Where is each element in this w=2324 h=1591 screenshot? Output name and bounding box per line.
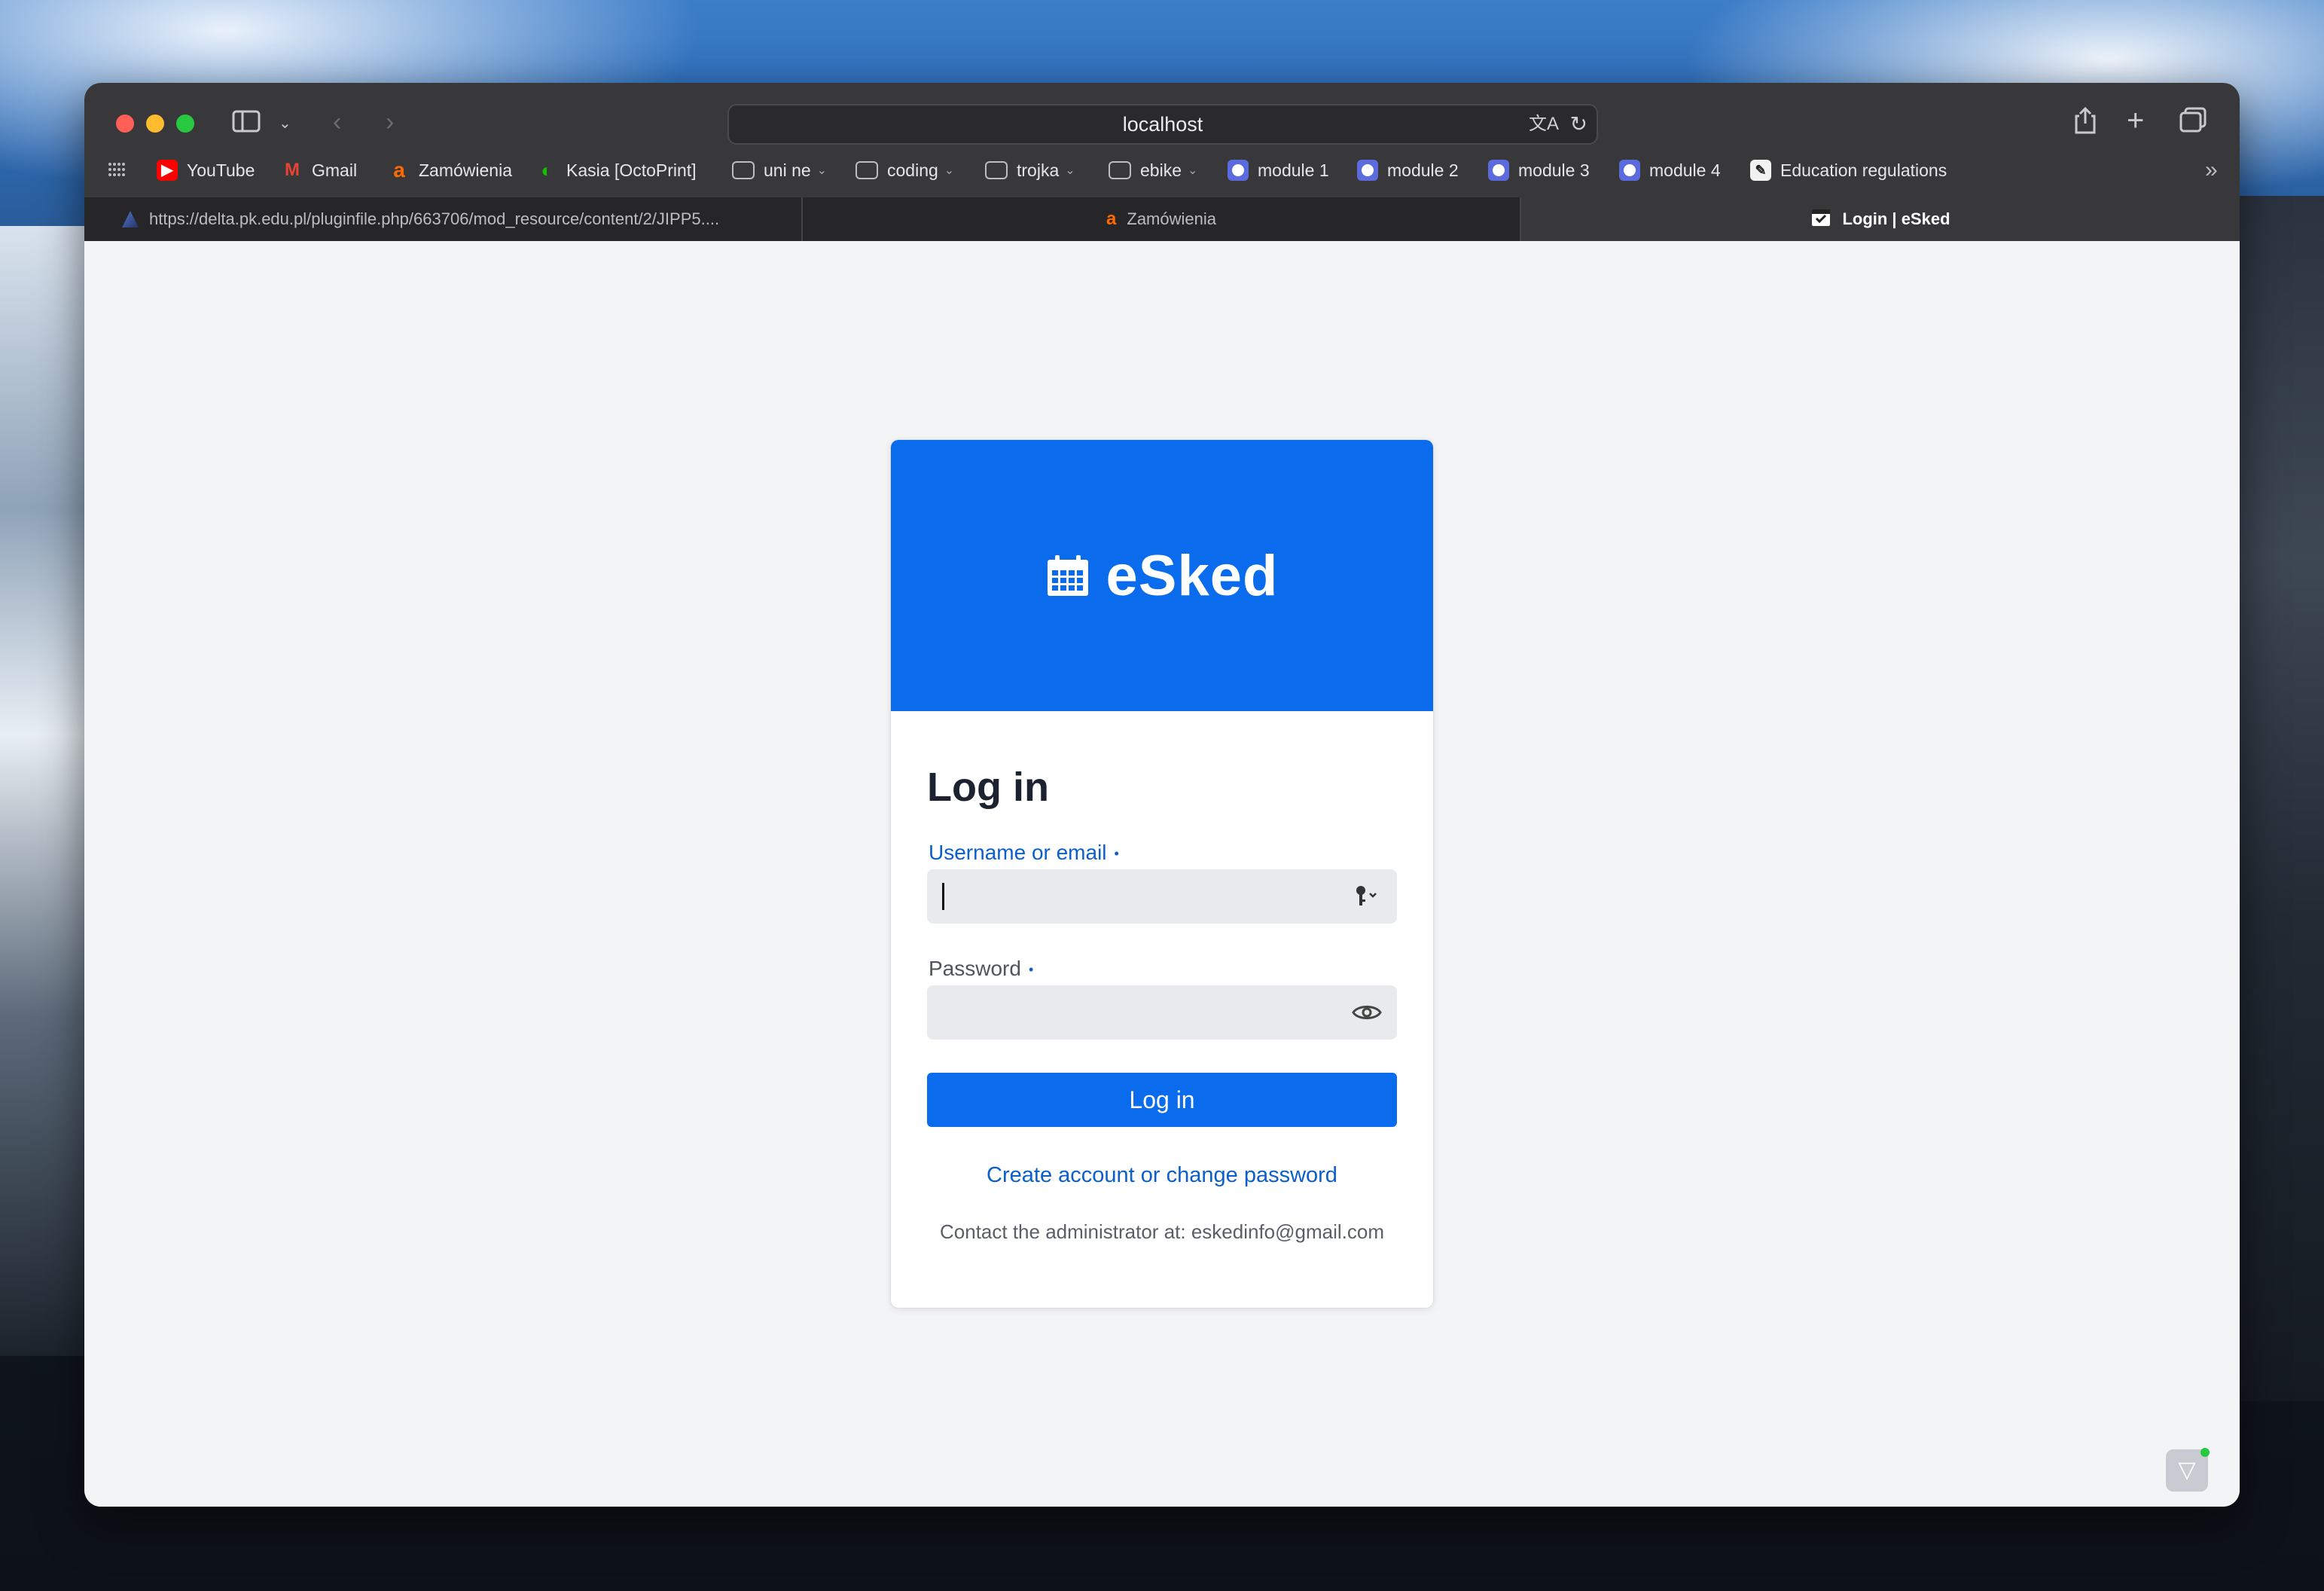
bookmark-youtube[interactable]: ▶ YouTube xyxy=(157,152,255,188)
bookmark-module-1[interactable]: module 1 xyxy=(1228,152,1329,188)
folder-icon xyxy=(855,161,878,179)
bookmark-label: YouTube xyxy=(187,160,255,180)
tab-bar: https://delta.pk.edu.pl/pluginfile.php/6… xyxy=(84,197,2240,241)
browser-toolbar: ⌄ ‹ › localhost 文A ↻ + ▶ YouTube M Gmail xyxy=(84,83,2240,241)
forward-arrow-icon[interactable]: › xyxy=(386,107,394,137)
bookmark-label: module 4 xyxy=(1649,160,1721,180)
octoprint-icon: ◐ xyxy=(541,159,553,182)
bookmark-octoprint[interactable]: ◐ Kasia [OctoPrint] xyxy=(536,152,697,188)
close-window-button[interactable] xyxy=(116,115,134,133)
bookmark-label: coding xyxy=(887,160,938,180)
tab-title: https://delta.pk.edu.pl/pluginfile.php/6… xyxy=(149,209,720,228)
module-icon xyxy=(1619,160,1640,181)
chevron-down-icon: ⌄ xyxy=(1187,164,1198,177)
minimize-window-button[interactable] xyxy=(146,115,164,133)
bookmark-zamowienia[interactable]: a Zamówienia xyxy=(389,152,512,188)
bookmarks-overflow-icon[interactable]: » xyxy=(2205,152,2218,188)
education-icon: ✎ xyxy=(1750,160,1771,181)
username-label-text: Username or email xyxy=(929,841,1107,864)
username-label: Username or email • xyxy=(929,841,1119,865)
login-button[interactable]: Log in xyxy=(927,1073,1397,1127)
tab-title: Zamówienia xyxy=(1127,209,1216,228)
passwords-key-icon[interactable] xyxy=(1352,883,1382,910)
required-marker: • xyxy=(1114,846,1119,862)
bookmark-folder-coding[interactable]: coding ⌄ xyxy=(855,152,954,188)
bookmark-label: Gmail xyxy=(312,160,358,180)
tab-zamowienia[interactable]: a Zamówienia xyxy=(803,197,1521,241)
zoom-window-button[interactable] xyxy=(176,115,194,133)
bookmark-label: Zamówienia xyxy=(419,160,512,180)
contact-admin-text: Contact the administrator at: eskedinfo@… xyxy=(940,1220,1384,1243)
address-bar[interactable]: localhost 文A ↻ xyxy=(727,104,1598,145)
reload-icon[interactable]: ↻ xyxy=(1570,110,1587,139)
bookmark-label: ebike xyxy=(1140,160,1182,180)
bookmark-folder-trojka[interactable]: trojka ⌄ xyxy=(985,152,1075,188)
browser-window: ⌄ ‹ › localhost 文A ↻ + ▶ YouTube M Gmail xyxy=(84,83,2240,1507)
bookmark-label: trojka xyxy=(1017,160,1060,180)
chevron-down-icon: ⌄ xyxy=(816,164,828,177)
chevron-down-icon: ⌄ xyxy=(1065,164,1075,177)
eye-icon[interactable] xyxy=(1352,999,1382,1026)
sidebar-menu-chevron-icon[interactable]: ⌄ xyxy=(279,108,291,139)
check-funnel-icon: ▽ xyxy=(2178,1458,2196,1483)
bookmark-label: module 3 xyxy=(1518,160,1590,180)
bookmark-module-4[interactable]: module 4 xyxy=(1619,152,1721,188)
youtube-icon: ▶ xyxy=(157,160,178,181)
page-content: eSked Log in Username or email • Password… xyxy=(84,241,2240,1507)
tab-title: Login | eSked xyxy=(1842,209,1950,228)
chevron-down-icon: ⌄ xyxy=(944,164,955,177)
bookmark-folder-uni-ne[interactable]: uni ne ⌄ xyxy=(732,152,827,188)
gmail-icon: M xyxy=(285,160,300,180)
bookmark-module-2[interactable]: module 2 xyxy=(1357,152,1459,188)
translate-icon[interactable]: 文A xyxy=(1529,110,1559,139)
address-bar-url: localhost xyxy=(1122,113,1203,136)
bookmark-label: Kasia [OctoPrint] xyxy=(566,160,697,180)
tab-overview-icon[interactable] xyxy=(2179,107,2208,141)
bookmark-gmail[interactable]: M Gmail xyxy=(282,152,357,188)
bookmarks-bar: ▶ YouTube M Gmail a Zamówienia ◐ Kasia [… xyxy=(84,152,2240,188)
bookmark-label: Education regulations xyxy=(1780,160,1947,180)
bookmark-module-3[interactable]: module 3 xyxy=(1488,152,1590,188)
sidebar-toggle-icon[interactable] xyxy=(232,108,262,142)
wallpaper-mountain-right xyxy=(2234,196,2324,1401)
module-icon xyxy=(1488,160,1509,181)
password-label: Password • xyxy=(929,957,1033,981)
bookmark-label: uni ne xyxy=(764,160,811,180)
bookmark-folder-ebike[interactable]: ebike ⌄ xyxy=(1109,152,1197,188)
folder-icon xyxy=(985,161,1008,179)
bookmark-label: module 2 xyxy=(1387,160,1459,180)
extension-floating-button[interactable]: ▽ xyxy=(2166,1448,2210,1492)
delta-icon xyxy=(122,211,139,228)
bookmark-education-regulations[interactable]: ✎ Education regulations xyxy=(1750,152,1947,188)
module-icon xyxy=(1228,160,1249,181)
allegro-icon: a xyxy=(1106,209,1117,229)
page-title: Log in xyxy=(927,765,1049,810)
text-cursor xyxy=(942,883,944,910)
login-card-header: eSked xyxy=(891,440,1433,711)
required-marker: • xyxy=(1028,962,1034,978)
tab-login-esked[interactable]: Login | eSked xyxy=(1521,197,2240,241)
new-tab-plus-icon[interactable]: + xyxy=(2127,105,2144,136)
apps-grid-icon[interactable] xyxy=(107,152,127,188)
login-card: eSked Log in Username or email • Password… xyxy=(891,440,1433,1308)
folder-icon xyxy=(1109,161,1131,179)
module-icon xyxy=(1357,160,1378,181)
password-label-text: Password xyxy=(929,957,1021,980)
allegro-icon: a xyxy=(393,158,405,182)
username-field[interactable] xyxy=(927,869,1397,924)
share-icon[interactable] xyxy=(2072,105,2098,142)
create-account-link[interactable]: Create account or change password xyxy=(927,1163,1397,1188)
status-dot xyxy=(2200,1448,2210,1457)
tab-delta-pdf[interactable]: https://delta.pk.edu.pl/pluginfile.php/6… xyxy=(84,197,803,241)
password-field[interactable] xyxy=(927,985,1397,1040)
calendar-icon xyxy=(1046,554,1090,597)
brand-name: eSked xyxy=(1106,543,1279,608)
bookmark-label: module 1 xyxy=(1258,160,1329,180)
folder-icon xyxy=(732,161,755,179)
calendar-check-icon xyxy=(1810,206,1831,233)
back-arrow-icon[interactable]: ‹ xyxy=(333,107,341,137)
